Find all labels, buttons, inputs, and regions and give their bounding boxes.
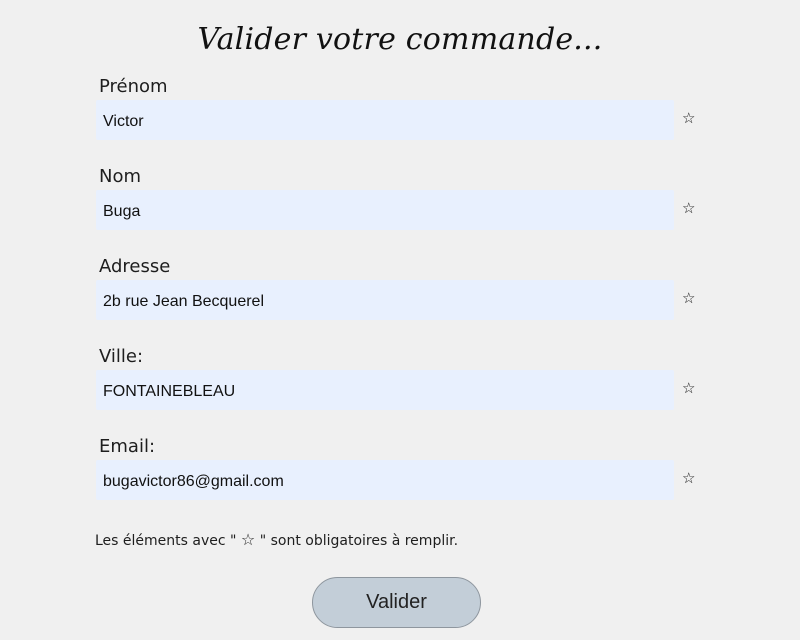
required-star-icon: ☆ <box>682 199 696 217</box>
lastname-input[interactable] <box>96 190 674 230</box>
submit-button[interactable]: Valider <box>312 577 481 628</box>
city-label: Ville: <box>99 346 144 367</box>
email-label: Email: <box>99 436 156 457</box>
required-star-icon: ☆ <box>682 469 696 487</box>
required-star-icon: ☆ <box>682 289 696 307</box>
required-fields-note: Les éléments avec " ☆ " sont obligatoire… <box>95 530 458 549</box>
field-email: Email: ☆ <box>96 436 706 520</box>
field-address: Adresse ☆ <box>96 256 706 340</box>
lastname-label: Nom <box>99 166 142 187</box>
required-star-icon: ☆ <box>682 379 696 397</box>
page-title: Valider votre commande... <box>197 22 603 57</box>
field-city: Ville: ☆ <box>96 346 706 430</box>
required-star-icon: ☆ <box>682 109 696 127</box>
city-input[interactable] <box>96 370 674 410</box>
address-label: Adresse <box>99 256 171 277</box>
note-text-after: " sont obligatoires à remplir. <box>255 533 459 549</box>
field-firstname: Prénom ☆ <box>96 76 706 160</box>
note-star-icon: ☆ <box>240 530 256 549</box>
field-lastname: Nom ☆ <box>96 166 706 250</box>
firstname-label: Prénom <box>99 76 168 97</box>
address-input[interactable] <box>96 280 674 320</box>
firstname-input[interactable] <box>96 100 674 140</box>
note-text-before: Les éléments avec " <box>95 533 241 549</box>
email-input[interactable] <box>96 460 674 500</box>
